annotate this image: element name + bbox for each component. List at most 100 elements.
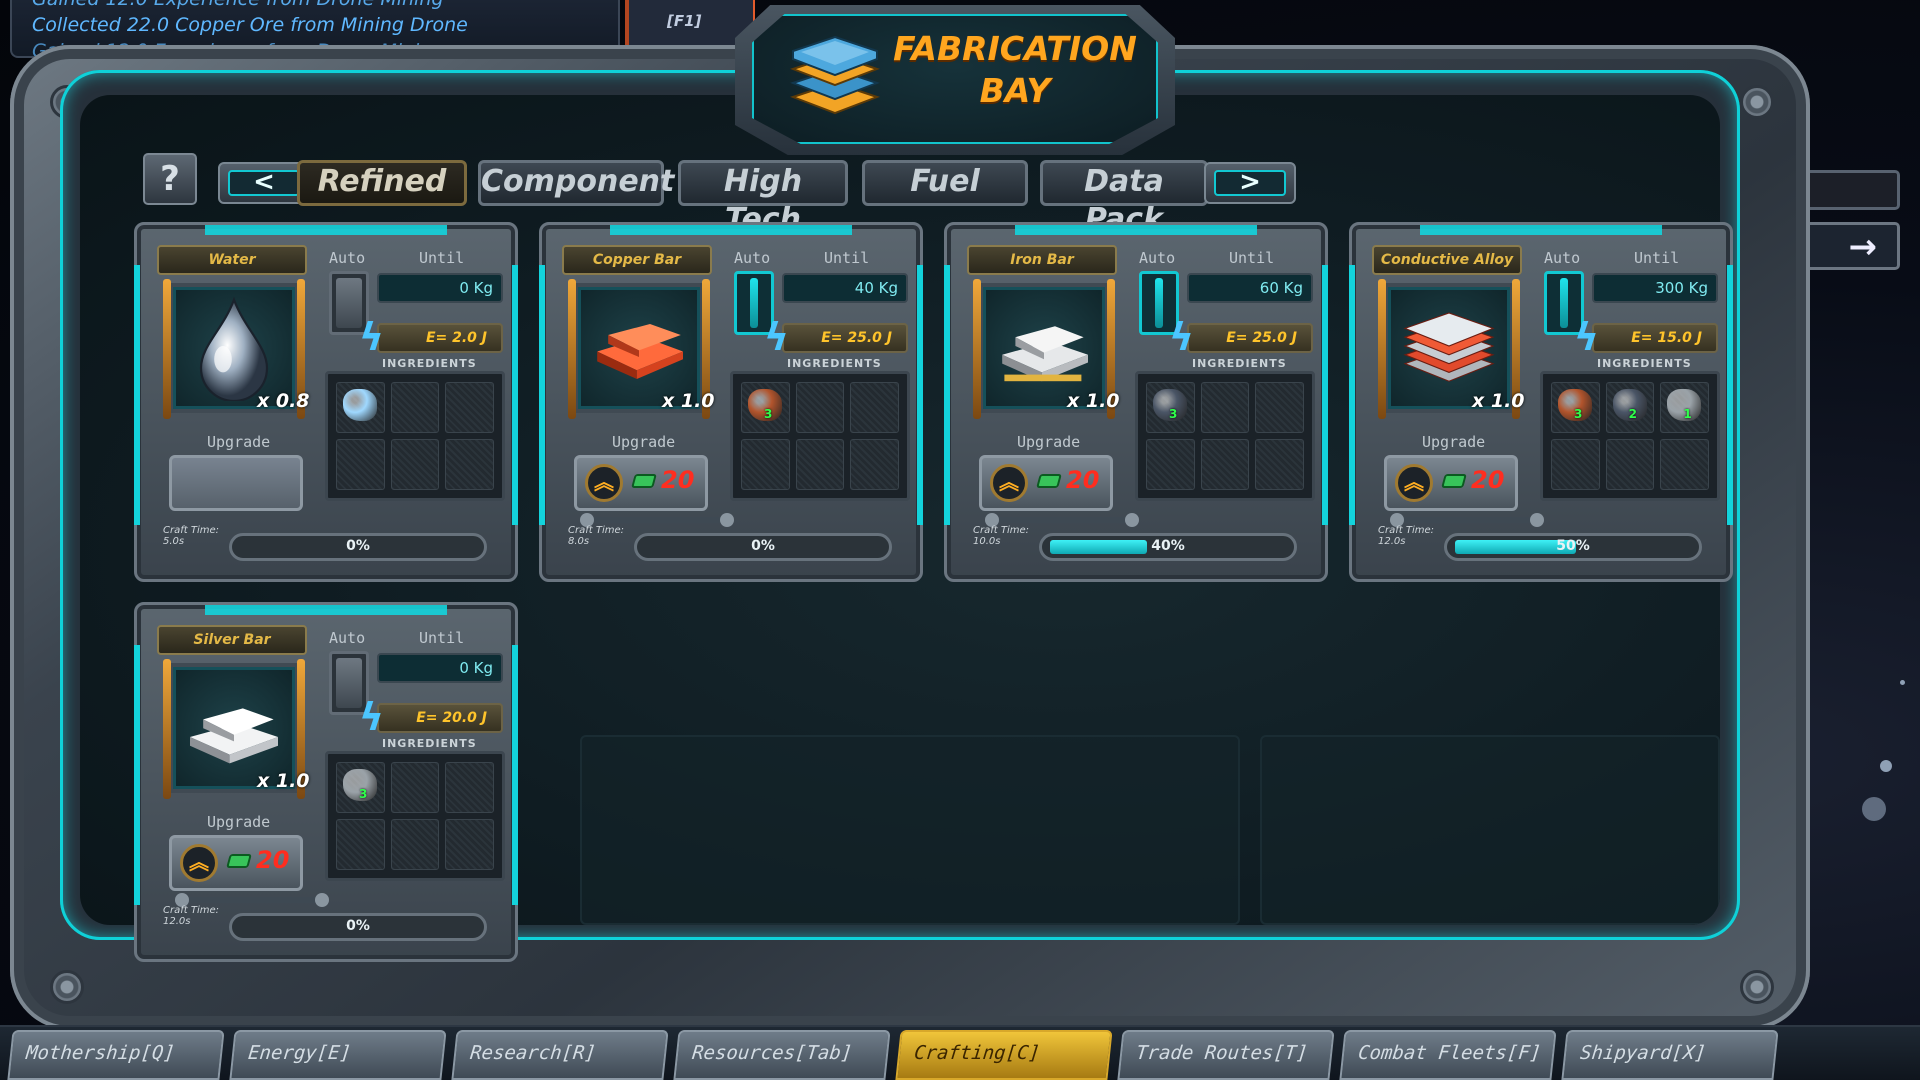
upgrade-label: Upgrade [1422,433,1486,451]
ingredients-label: INGREDIENTS [787,357,882,370]
bottom-tab[interactable]: Crafting[C] [895,1030,1113,1080]
next-category-button[interactable]: > [1204,162,1296,204]
upgrade-cost: 20 [1471,466,1505,494]
ingredients-label: INGREDIENTS [1192,357,1287,370]
progress-percent: 0% [346,918,370,934]
upgrade-chevron-icon: ︽ [1395,464,1433,502]
progress-percent: 0% [751,538,775,554]
upgrade-label: Upgrade [612,433,676,451]
upgrade-button[interactable]: ︽ 20 [1384,455,1518,511]
lightning-icon: ϟ [764,315,790,359]
card-side-light [512,265,518,525]
tab-fuel[interactable]: Fuel [862,160,1028,206]
ingredient-slot[interactable]: 3 [1551,382,1600,433]
ingredient-count: 3 [1574,407,1583,421]
upgrade-slider[interactable] [580,513,734,527]
ingredient-slot-empty [1255,439,1304,490]
craft-time-value: 12.0s [163,916,191,927]
ingredient-slot-empty [1660,439,1709,490]
until-label: Until [419,249,465,267]
card-top-light [542,225,920,235]
upgrade-button[interactable]: ︽ 20 [574,455,708,511]
until-amount-input[interactable]: 40 Kg [782,273,908,303]
arrow-right-icon: → [1848,227,1878,267]
tab-high-tech[interactable]: High Tech [678,160,848,237]
ingredient-slot[interactable]: 1 [1660,382,1709,433]
craft-time-value: 10.0s [973,536,1001,547]
ingredient-slot[interactable]: 3 [336,762,385,813]
ingredient-slot-empty [1605,439,1655,490]
upgrade-button[interactable]: ︽ 20 [979,455,1113,511]
data-stack-icon [790,35,880,115]
craft-time-label: Craft Time: [568,525,624,536]
upgrade-cost: 20 [1066,466,1100,494]
upgrade-slider[interactable] [1390,513,1544,527]
help-button[interactable]: ? [143,153,197,205]
craft-time: Craft Time: 5.0s [163,525,219,547]
credits-icon [631,474,657,488]
until-label: Until [1634,249,1680,267]
slider-handle-right[interactable] [1125,513,1139,527]
until-amount-input[interactable]: 0 Kg [377,273,503,303]
ingredients-grid: 3 [1135,371,1315,501]
card-top-light [947,225,1325,235]
slider-handle-right[interactable] [720,513,734,527]
bottom-tab[interactable]: Resources[Tab] [673,1030,891,1080]
ingredient-slot[interactable]: 3 [741,382,790,433]
product-icon [989,291,1099,405]
chevron-right-icon: > [1214,169,1286,196]
card-side-light [539,265,545,525]
ingredient-slot-empty [445,382,494,433]
ingredient-slot-empty [1255,382,1304,433]
ice-crystal-icon [343,389,377,421]
upgrade-slider[interactable] [175,893,329,907]
log-line: Gained 12.0 Experience from Drone Mining [32,0,618,12]
upgrade-slider[interactable] [985,513,1139,527]
tab-data-pack[interactable]: Data Pack [1040,160,1208,237]
card-side-light [917,265,923,525]
auto-label: Auto [329,249,366,267]
recipe-card: Conductive Alloy x 1.0 Auto Until 300 Kg… [1349,222,1733,582]
until-amount-input[interactable]: 300 Kg [1592,273,1718,303]
ingredient-slot-empty [390,439,440,490]
until-amount-input[interactable]: 60 Kg [1187,273,1313,303]
until-amount-input[interactable]: 0 Kg [377,653,503,683]
upgrade-chevron-icon: ︽ [990,464,1028,502]
until-label: Until [1229,249,1275,267]
ingredients-label: INGREDIENTS [382,737,477,750]
ingredient-slot-empty [850,439,899,490]
ingredients-grid: 3 [730,371,910,501]
bolt-icon [1740,85,1774,119]
background-panel [1260,735,1720,925]
output-multiplier: x 1.0 [662,390,715,412]
ingredient-slot-empty [336,439,385,490]
bottom-tab[interactable]: Research[R] [451,1030,669,1080]
ingredient-slot[interactable]: 2 [1605,382,1655,433]
ingredient-slot[interactable] [336,382,385,433]
bottom-tab[interactable]: Shipyard[X] [1561,1030,1779,1080]
upgrade-button-disabled [169,455,303,511]
slider-handle-right[interactable] [315,893,329,907]
ingredient-count: 1 [1683,407,1692,421]
card-side-light [134,265,140,525]
tab-component[interactable]: Component [478,160,674,206]
slider-handle-right[interactable] [1530,513,1544,527]
bottom-tab[interactable]: Energy[E] [229,1030,447,1080]
auto-label: Auto [1544,249,1581,267]
bottom-tab[interactable]: Trade Routes[T] [1117,1030,1335,1080]
lightning-icon: ϟ [1574,315,1600,359]
bottom-tab[interactable]: Combat Fleets[F] [1339,1030,1557,1080]
ingredient-slot[interactable]: 3 [1146,382,1195,433]
craft-time-value: 12.0s [1378,536,1406,547]
upgrade-cost: 20 [256,846,290,874]
ingredients-grid [325,371,505,501]
output-multiplier: x 1.0 [1067,390,1120,412]
output-multiplier: x 1.0 [1472,390,1525,412]
energy-cost: E= 15.0 J [1592,323,1718,353]
recipe-name: Iron Bar [967,245,1117,275]
tab-refined[interactable]: Refined [297,160,467,206]
upgrade-label: Upgrade [1017,433,1081,451]
upgrade-button[interactable]: ︽ 20 [169,835,303,891]
bottom-tab[interactable]: Mothership[Q] [7,1030,225,1080]
ingredient-slot-empty [1551,439,1600,490]
